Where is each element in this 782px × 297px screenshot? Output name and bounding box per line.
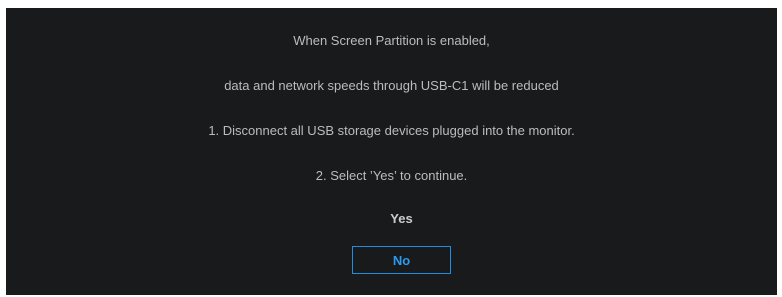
- yes-button-label: Yes: [390, 210, 413, 226]
- osd-dialog: When Screen Partition is enabled, data a…: [6, 8, 777, 295]
- message-line-disconnect-usb: 1. Disconnect all USB storage devices pl…: [208, 123, 575, 138]
- no-button-label: No: [392, 252, 411, 268]
- message-line-enabled: When Screen Partition is enabled,: [293, 33, 490, 48]
- yes-button[interactable]: Yes: [352, 204, 451, 232]
- no-button[interactable]: No: [352, 246, 451, 274]
- message-line-select-yes: 2. Select ’Yes’ to continue.: [315, 168, 468, 183]
- message-line-speed-reduced: data and network speeds through USB-C1 w…: [224, 78, 559, 93]
